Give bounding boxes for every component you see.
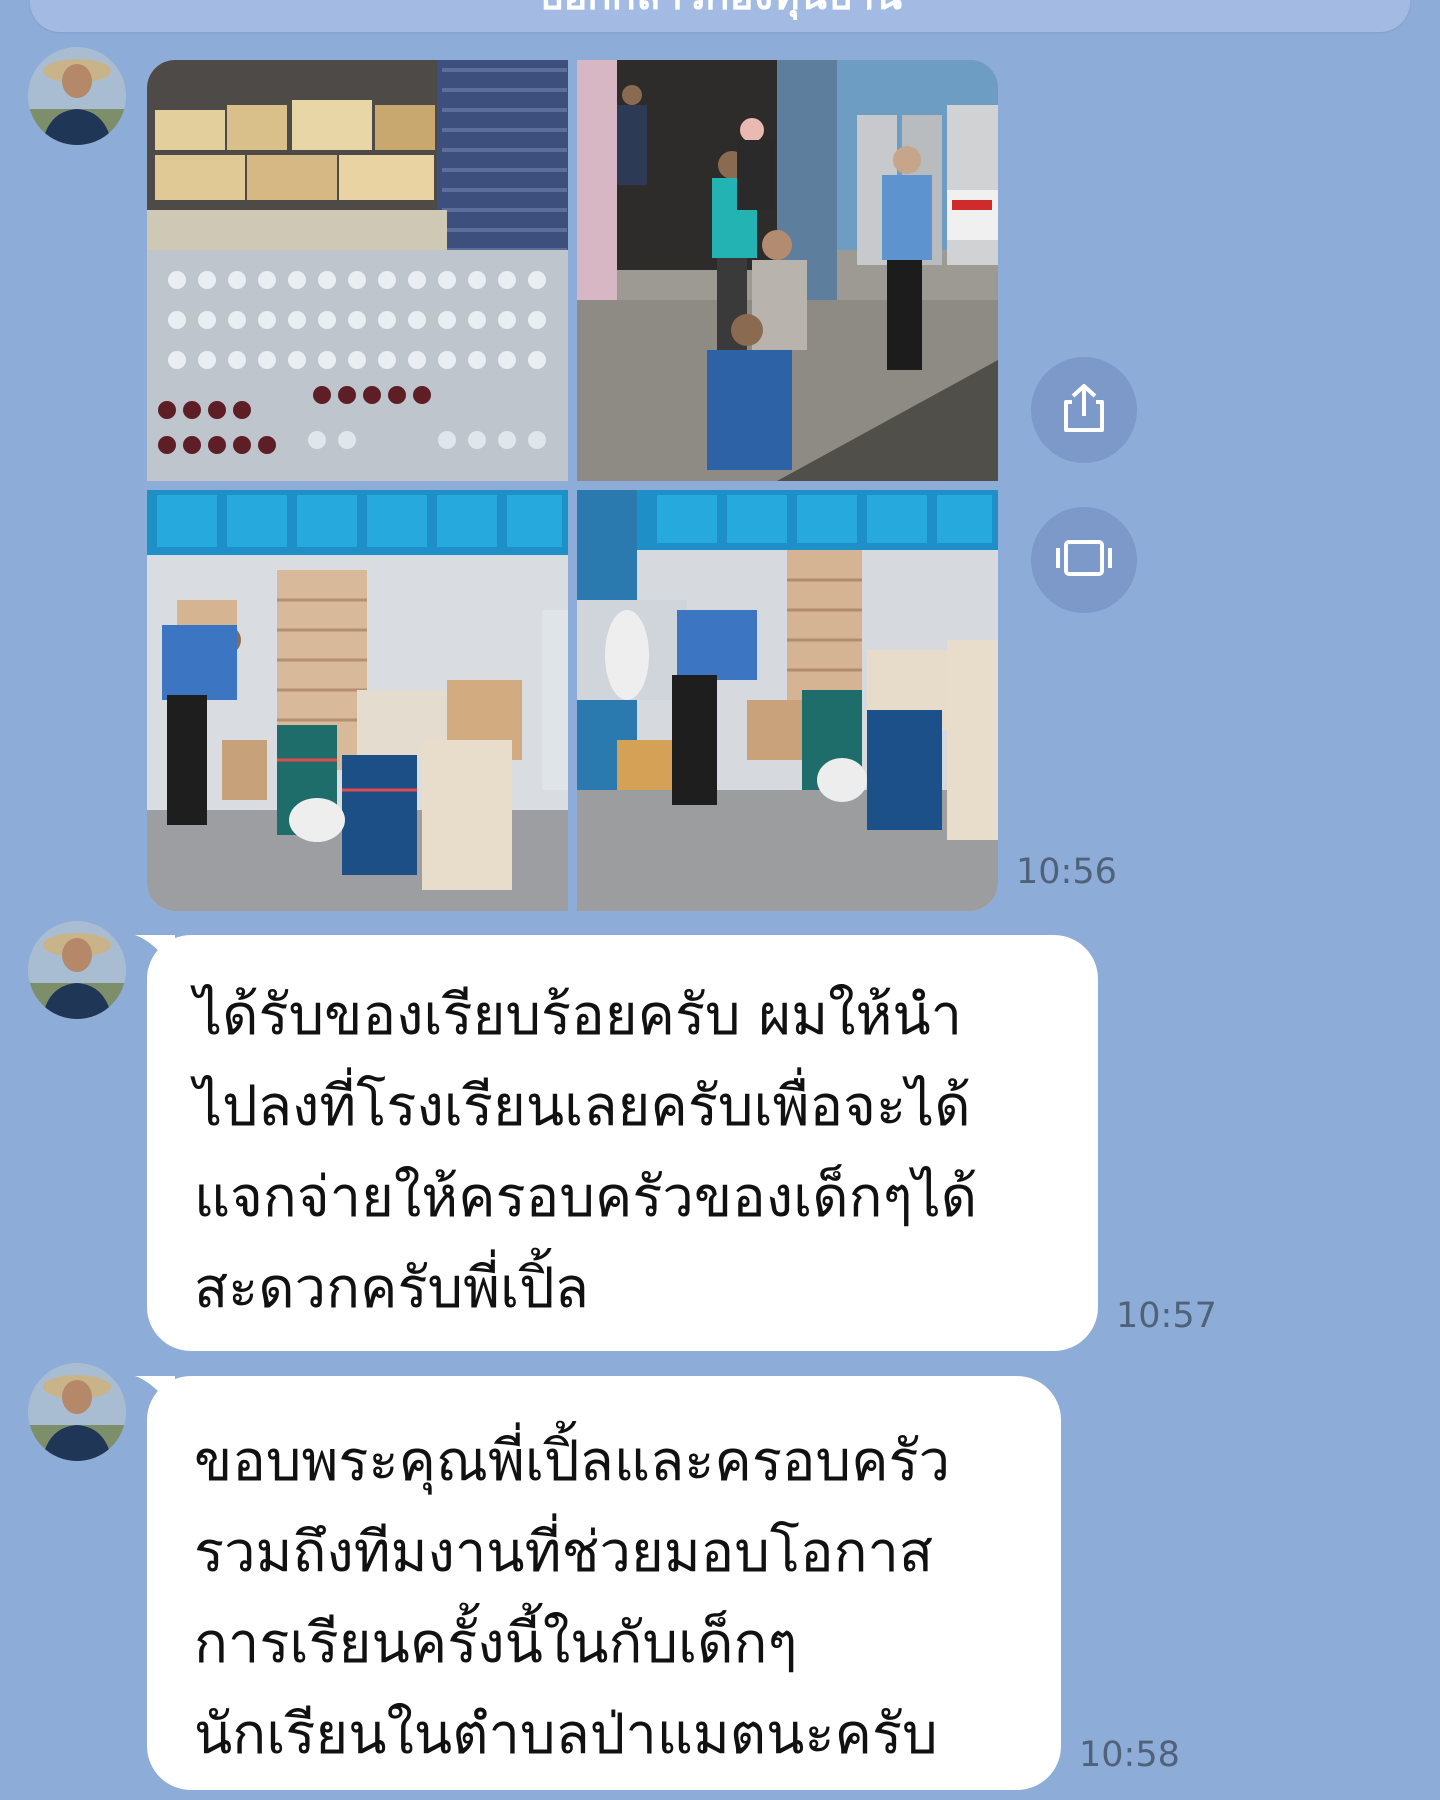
bubble-tail (135, 1376, 175, 1410)
photo-2[interactable] (577, 60, 998, 481)
message-bubble[interactable]: ขอบพระคุณพี่เปิ้ลและครอบครัว รวมถึงทีมงา… (135, 1376, 1061, 1790)
photo-3[interactable] (147, 490, 568, 911)
message-line: การเรียนครั้งนี้ในกับเด็กๆ (194, 1611, 798, 1676)
message-line: รวมถึงทีมงานที่ช่วยมอบโอกาส (194, 1520, 934, 1585)
message-time: 10:57 (1116, 1296, 1217, 1336)
avatar[interactable] (28, 47, 126, 145)
photo-album[interactable] (147, 60, 998, 911)
chat-header: บอกกล่าวกองทุนบ้าน (30, 0, 1410, 32)
message-time: 10:56 (1016, 852, 1117, 892)
message-line: แจกจ่ายให้ครอบครัวของเด็กๆได้ (194, 1165, 978, 1230)
message-line: ขอบพระคุณพี่เปิ้ลและครอบครัว (194, 1429, 951, 1494)
photo-4[interactable] (577, 490, 998, 911)
bubble-tail (135, 935, 175, 969)
message-line: นักเรียนในตำบลป่าแมตนะครับ (194, 1702, 938, 1767)
share-button[interactable] (1031, 357, 1137, 463)
share-icon (1060, 382, 1108, 438)
message-time: 10:58 (1079, 1735, 1180, 1775)
message-line: สะดวกครับพี่เปิ้ล (194, 1256, 589, 1321)
slideshow-button[interactable] (1031, 507, 1137, 613)
chat-title: บอกกล่าวกองทุนบ้าน (30, 0, 1410, 16)
message-line: ได้รับของเรียบร้อยครับ ผมให้นำ (194, 983, 963, 1048)
avatar[interactable] (28, 921, 126, 1019)
avatar[interactable] (28, 1363, 126, 1461)
photo-1[interactable] (147, 60, 568, 481)
message-bubble[interactable]: ได้รับของเรียบร้อยครับ ผมให้นำ ไปลงที่โร… (135, 935, 1098, 1351)
message-line: ไปลงที่โรงเรียนเลยครับเพื่อจะได้ (194, 1074, 971, 1139)
slideshow-icon (1054, 538, 1114, 582)
